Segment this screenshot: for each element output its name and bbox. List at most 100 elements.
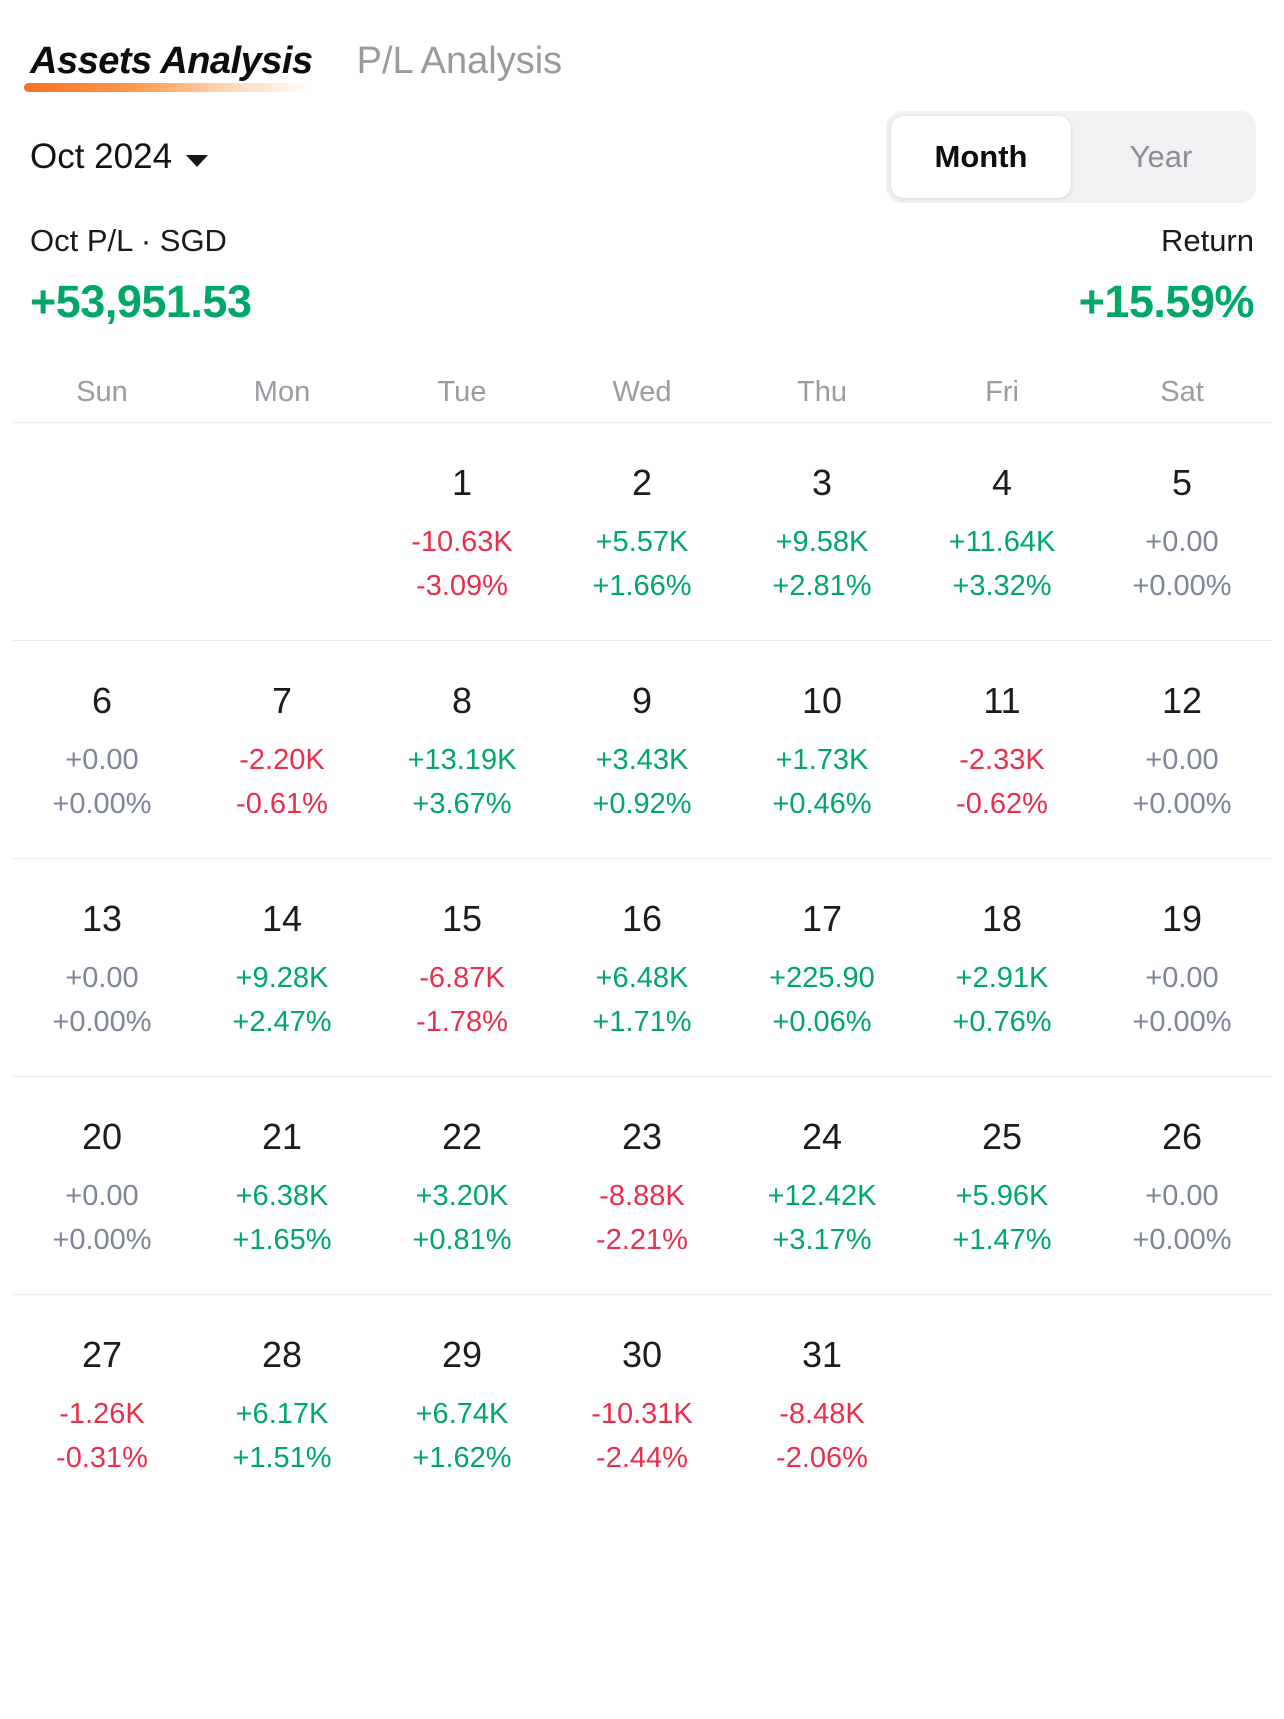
calendar-day-21[interactable]: 21 +6.38K +1.65% [192, 1077, 372, 1259]
day-pl-percent: +2.81% [772, 570, 872, 602]
calendar-week-row: 27 -1.26K -0.31% 28 +6.17K +1.51% 29 +6.74K +1.6… [12, 1294, 1272, 1512]
day-pl-amount: +3.43K [595, 744, 689, 776]
calendar-week-row: 20 +0.00 +0.00% 21 +6.38K +1.65% 22 +3.20K +0.81… [12, 1076, 1272, 1294]
tab-assets-analysis[interactable]: Assets Analysis [24, 38, 313, 96]
day-number: 23 [621, 1116, 663, 1157]
day-pl-amount: +11.64K [948, 526, 1056, 558]
day-number: 17 [801, 898, 843, 939]
day-pl-percent: +1.47% [952, 1224, 1052, 1256]
period-controls-row: Oct 2024 Month Year [0, 96, 1284, 208]
day-number: 6 [91, 680, 113, 721]
day-pl-amount: +3.20K [415, 1180, 509, 1212]
day-number: 20 [81, 1116, 123, 1157]
tab-pl-analysis[interactable]: P/L Analysis [357, 38, 563, 96]
day-number: 19 [1161, 898, 1203, 939]
day-pl-amount: +9.28K [235, 962, 329, 994]
calendar-day-14[interactable]: 14 +9.28K +2.47% [192, 859, 372, 1041]
day-number: 15 [441, 898, 483, 939]
calendar-day-24[interactable]: 24 +12.42K +3.17% [732, 1077, 912, 1259]
calendar-day-11[interactable]: 11 -2.33K -0.62% [912, 641, 1092, 823]
day-pl-amount: +0.00 [1145, 744, 1219, 776]
calendar-day-4[interactable]: 4 +11.64K +3.32% [912, 423, 1092, 605]
month-picker[interactable]: Oct 2024 [30, 136, 209, 178]
day-pl-amount: +13.19K [407, 744, 517, 776]
calendar-day-20[interactable]: 20 +0.00 +0.00% [12, 1077, 192, 1259]
day-pl-percent: -0.61% [236, 788, 328, 820]
day-number: 31 [801, 1334, 843, 1375]
chevron-down-icon [186, 154, 209, 167]
calendar-day-1[interactable]: 1 -10.63K -3.09% [372, 423, 552, 605]
calendar-day-9[interactable]: 9 +3.43K +0.92% [552, 641, 732, 823]
weekday-mon: Mon [253, 375, 311, 408]
day-number: 25 [981, 1116, 1023, 1157]
day-pl-percent: +0.00% [1132, 788, 1232, 820]
day-pl-percent: +0.06% [772, 1006, 872, 1038]
pl-calendar: Sun Mon Tue Wed Thu Fri Sat 1 -10.63K -3.0… [0, 362, 1284, 1512]
day-number: 30 [621, 1334, 663, 1375]
day-pl-percent: +1.62% [412, 1442, 512, 1474]
day-number: 11 [983, 680, 1021, 721]
day-pl-percent: -2.06% [776, 1442, 868, 1474]
tab-bar: Assets Analysis P/L Analysis [0, 0, 1284, 96]
day-number: 22 [441, 1116, 483, 1157]
day-number: 28 [261, 1334, 303, 1375]
return-label: Return [1160, 223, 1254, 258]
calendar-day-16[interactable]: 16 +6.48K +1.71% [552, 859, 732, 1041]
day-number: 14 [261, 898, 303, 939]
day-pl-amount: +12.42K [767, 1180, 877, 1212]
day-number: 27 [81, 1334, 123, 1375]
day-pl-amount: +0.00 [65, 1180, 139, 1212]
calendar-day-6[interactable]: 6 +0.00 +0.00% [12, 641, 192, 823]
day-pl-percent: +0.92% [592, 788, 692, 820]
day-pl-amount: -8.88K [599, 1180, 685, 1212]
calendar-day-31[interactable]: 31 -8.48K -2.06% [732, 1295, 912, 1477]
day-pl-percent: -0.62% [956, 788, 1048, 820]
weekday-thu: Thu [797, 375, 847, 408]
range-toggle: Month Year [886, 111, 1256, 203]
calendar-day-12[interactable]: 12 +0.00 +0.00% [1092, 641, 1272, 823]
calendar-day-25[interactable]: 25 +5.96K +1.47% [912, 1077, 1092, 1259]
day-number: 8 [451, 680, 473, 721]
calendar-day-18[interactable]: 18 +2.91K +0.76% [912, 859, 1092, 1041]
tab-pl-analysis-label: P/L Analysis [356, 40, 563, 82]
day-pl-percent: +0.00% [52, 1006, 152, 1038]
calendar-day-28[interactable]: 28 +6.17K +1.51% [192, 1295, 372, 1477]
calendar-day-7[interactable]: 7 -2.20K -0.61% [192, 641, 372, 823]
day-number: 13 [81, 898, 123, 939]
day-pl-amount: +0.00 [65, 744, 139, 776]
calendar-day-3[interactable]: 3 +9.58K +2.81% [732, 423, 912, 605]
calendar-day-2[interactable]: 2 +5.57K +1.66% [552, 423, 732, 605]
calendar-day-5[interactable]: 5 +0.00 +0.00% [1092, 423, 1272, 605]
calendar-day-30[interactable]: 30 -10.31K -2.44% [552, 1295, 732, 1477]
calendar-day-27[interactable]: 27 -1.26K -0.31% [12, 1295, 192, 1477]
calendar-day-8[interactable]: 8 +13.19K +3.67% [372, 641, 552, 823]
calendar-week-row: 1 -10.63K -3.09% 2 +5.57K +1.66% 3 +9.58K +2.81%… [12, 422, 1272, 640]
assets-analysis-page: Assets Analysis P/L Analysis Oct 2024 Mo… [0, 0, 1284, 1719]
day-pl-percent: +3.67% [412, 788, 512, 820]
day-number: 24 [801, 1116, 843, 1157]
day-number: 7 [271, 680, 293, 721]
calendar-day-10[interactable]: 10 +1.73K +0.46% [732, 641, 912, 823]
summary-section: Oct P/L · SGD Return +53,951.53 +15.59% [0, 208, 1284, 328]
calendar-day-26[interactable]: 26 +0.00 +0.00% [1092, 1077, 1272, 1259]
day-number: 18 [981, 898, 1023, 939]
weekday-sun: Sun [76, 375, 128, 408]
day-pl-percent: +0.00% [1132, 570, 1232, 602]
calendar-day-23[interactable]: 23 -8.88K -2.21% [552, 1077, 732, 1259]
calendar-day-22[interactable]: 22 +3.20K +0.81% [372, 1077, 552, 1259]
range-toggle-year[interactable]: Year [1071, 116, 1251, 198]
calendar-weeks: 1 -10.63K -3.09% 2 +5.57K +1.66% 3 +9.58K +2.81%… [0, 422, 1284, 1512]
day-pl-percent: +0.81% [412, 1224, 512, 1256]
day-pl-amount: +6.38K [235, 1180, 329, 1212]
calendar-day-13[interactable]: 13 +0.00 +0.00% [12, 859, 192, 1041]
calendar-day-29[interactable]: 29 +6.74K +1.62% [372, 1295, 552, 1477]
calendar-day-17[interactable]: 17 +225.90 +0.06% [732, 859, 912, 1041]
day-number: 3 [811, 462, 833, 503]
day-number: 4 [991, 462, 1013, 503]
range-toggle-month[interactable]: Month [891, 116, 1071, 198]
calendar-day-19[interactable]: 19 +0.00 +0.00% [1092, 859, 1272, 1041]
day-pl-percent: -3.09% [416, 570, 508, 602]
calendar-day-15[interactable]: 15 -6.87K -1.78% [372, 859, 552, 1041]
day-number: 2 [631, 462, 653, 503]
day-pl-amount: -10.63K [411, 526, 513, 558]
